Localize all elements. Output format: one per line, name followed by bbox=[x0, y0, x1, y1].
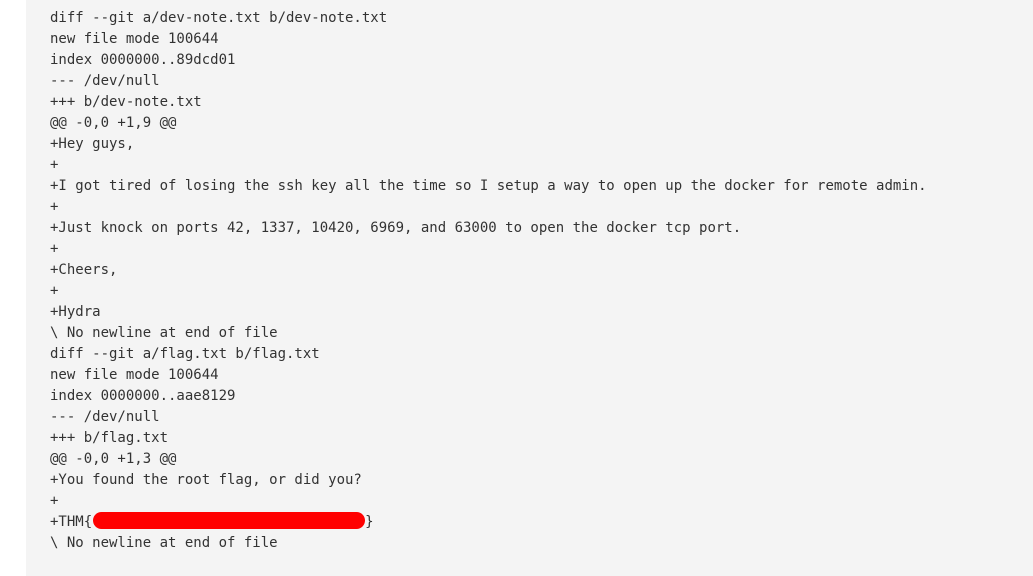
diff-line: + bbox=[50, 283, 59, 299]
diff-line: diff --git a/dev-note.txt b/dev-note.txt bbox=[50, 10, 388, 26]
diff-line: \ No newline at end of file bbox=[50, 535, 278, 551]
diff-line: +I got tired of losing the ssh key all t… bbox=[50, 178, 927, 194]
diff-line: new file mode 100644 bbox=[50, 367, 219, 383]
flag-line: +THM{} bbox=[50, 512, 1033, 533]
diff-line: +Hey guys, bbox=[50, 136, 135, 152]
diff-line: index 0000000..89dcd01 bbox=[50, 52, 236, 68]
diff-line: @@ -0,0 +1,9 @@ bbox=[50, 115, 177, 131]
diff-line: + bbox=[50, 241, 59, 257]
diff-line: +++ b/dev-note.txt bbox=[50, 94, 202, 110]
diff-line: diff --git a/flag.txt b/flag.txt bbox=[50, 346, 320, 362]
diff-code-block: diff --git a/dev-note.txt b/dev-note.txt… bbox=[26, 0, 1033, 576]
diff-line: new file mode 100644 bbox=[50, 31, 219, 47]
diff-line: --- /dev/null bbox=[50, 409, 160, 425]
diff-line: +Just knock on ports 42, 1337, 10420, 69… bbox=[50, 220, 742, 236]
diff-line: --- /dev/null bbox=[50, 73, 160, 89]
diff-line: @@ -0,0 +1,3 @@ bbox=[50, 451, 177, 467]
diff-line: + bbox=[50, 199, 59, 215]
flag-prefix: +THM{ bbox=[50, 514, 93, 530]
diff-line: +Cheers, bbox=[50, 262, 118, 278]
diff-line: \ No newline at end of file bbox=[50, 325, 278, 341]
diff-line: +Hydra bbox=[50, 304, 101, 320]
diff-line: +++ b/flag.txt bbox=[50, 430, 169, 446]
diff-line: + bbox=[50, 493, 59, 509]
redaction-bar bbox=[93, 512, 366, 529]
diff-line: index 0000000..aae8129 bbox=[50, 388, 236, 404]
diff-line: +You found the root flag, or did you? bbox=[50, 472, 362, 488]
flag-suffix: } bbox=[365, 514, 374, 530]
diff-line: + bbox=[50, 157, 59, 173]
